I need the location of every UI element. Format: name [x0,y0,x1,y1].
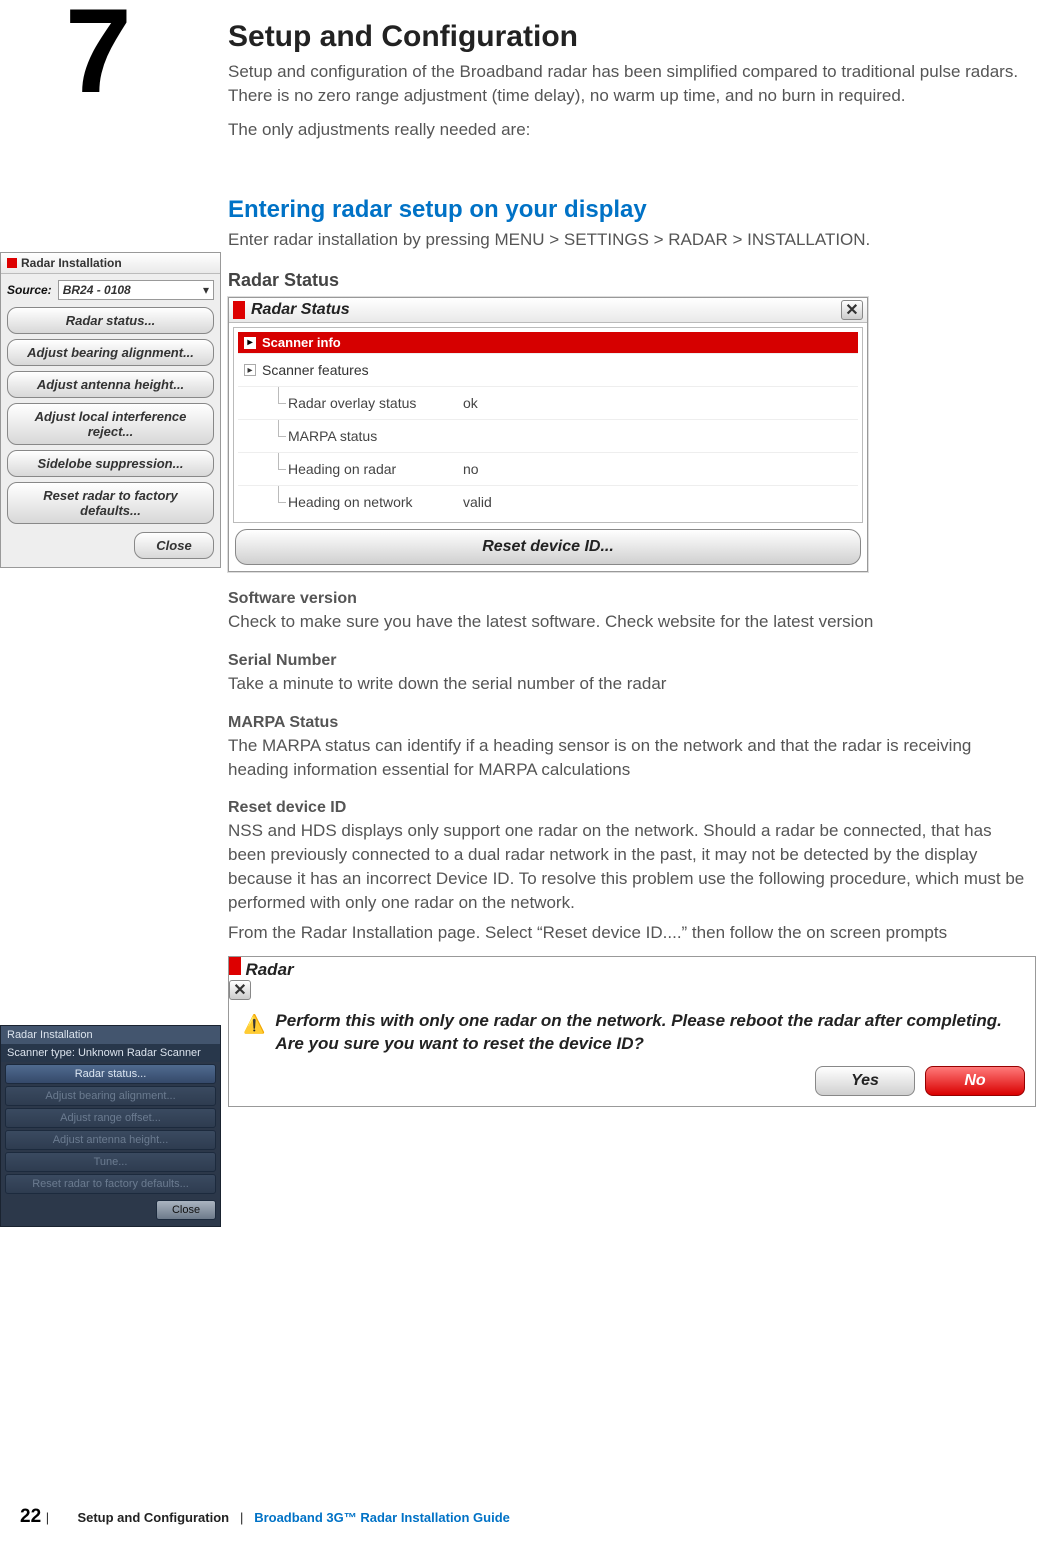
footer-guide-title: Broadband 3G™ Radar Installation Guide [254,1510,510,1525]
status-key: Radar overlay status [288,395,463,411]
intro-adjustments: The only adjustments really needed are: [228,118,1031,142]
status-key: Heading on network [288,494,463,510]
app-icon [7,258,17,268]
radar-installation-dark-title: Radar Installation [1,1026,220,1044]
adjust-bearing-alignment-button: Adjust bearing alignment... [5,1086,216,1106]
reset-device-id-body-2: From the Radar Installation page. Select… [228,921,1031,945]
marpa-status-heading: MARPA Status [228,714,1031,732]
status-kv-row: Heading on network valid [238,485,858,518]
radar-status-dialog: Radar Status ✕ ▸ Scanner info ▸ Scanner … [228,297,868,572]
radar-confirm-title: Radar [245,960,293,979]
scanner-info-row[interactable]: ▸ Scanner info [238,332,858,353]
reset-device-id-button[interactable]: Reset device ID... [235,529,861,565]
status-kv-row: MARPA status [238,419,858,452]
radar-installation-titlebar: Radar Installation [1,253,220,274]
status-key: MARPA status [288,428,463,444]
scanner-type-value: Unknown Radar Scanner [78,1047,201,1059]
reset-device-id-heading: Reset device ID [228,799,1031,817]
status-value: no [463,461,479,477]
app-icon [233,301,245,319]
no-button[interactable]: No [925,1066,1025,1096]
close-button[interactable]: Close [134,532,214,559]
page-title: Setup and Configuration [228,20,1031,54]
radar-installation-dark-dialog: Radar Installation Scanner type: Unknown… [0,1025,221,1227]
reset-device-id-body-1: NSS and HDS displays only support one ra… [228,819,1031,914]
close-icon[interactable]: ✕ [229,980,251,1000]
radar-confirm-titlebar: Radar ✕ [229,957,1035,1000]
chapter-number: 7 [65,0,132,102]
warning-icon: ⚠️ [243,1012,265,1036]
scanner-features-label: Scanner features [262,362,369,378]
scanner-type-row: Scanner type: Unknown Radar Scanner [1,1044,220,1062]
marpa-status-body: The MARPA status can identify if a headi… [228,734,1031,782]
status-kv-row: Radar overlay status ok [238,386,858,419]
status-key: Heading on radar [288,461,463,477]
intro-paragraph: Setup and configuration of the Broadband… [228,60,1031,108]
close-icon[interactable]: ✕ [841,300,863,320]
expand-icon[interactable]: ▸ [244,337,256,349]
sidelobe-suppression-button[interactable]: Sidelobe suppression... [7,450,214,477]
reset-factory-defaults-button: Reset radar to factory defaults... [5,1174,216,1194]
radar-installation-dialog: Radar Installation Source: BR24 - 0108 R… [0,252,221,568]
radar-status-titlebar: Radar Status ✕ [229,298,867,323]
entering-radar-body: Enter radar installation by pressing MEN… [228,228,1031,252]
adjust-range-offset-button: Adjust range offset... [5,1108,216,1128]
app-icon [229,957,241,975]
tune-button: Tune... [5,1152,216,1172]
footer-section: Setup and Configuration [77,1510,229,1525]
close-button[interactable]: Close [156,1200,216,1220]
confirm-message: Perform this with only one radar on the … [275,1010,1021,1056]
expand-icon[interactable]: ▸ [244,364,256,376]
serial-number-heading: Serial Number [228,652,1031,670]
source-dropdown[interactable]: BR24 - 0108 [58,280,214,300]
status-value: ok [463,395,478,411]
adjust-antenna-height-button: Adjust antenna height... [5,1130,216,1150]
page-number: 22 [20,1506,41,1527]
radar-status-title: Radar Status [251,301,835,319]
radar-status-button[interactable]: Radar status... [5,1064,216,1084]
software-version-heading: Software version [228,590,1031,608]
reset-factory-defaults-button[interactable]: Reset radar to factory defaults... [7,482,214,524]
footer-separator-2: | [233,1510,251,1525]
source-label: Source: [7,283,52,297]
scanner-info-label: Scanner info [262,335,341,350]
adjust-local-interference-button[interactable]: Adjust local interference reject... [7,403,214,445]
footer-separator: | [46,1510,49,1525]
radar-status-heading: Radar Status [228,270,1031,291]
scanner-features-row[interactable]: ▸ Scanner features [238,353,858,386]
adjust-antenna-height-button[interactable]: Adjust antenna height... [7,371,214,398]
adjust-bearing-alignment-button[interactable]: Adjust bearing alignment... [7,339,214,366]
radar-status-body: ▸ Scanner info ▸ Scanner features Radar … [233,327,863,523]
status-value: valid [463,494,492,510]
radar-confirm-dialog: Radar ✕ ⚠️ Perform this with only one ra… [228,956,1036,1107]
yes-button[interactable]: Yes [815,1066,915,1096]
page-footer: 22 | Setup and Configuration | Broadband… [20,1506,1041,1528]
serial-number-body: Take a minute to write down the serial n… [228,672,1031,696]
software-version-body: Check to make sure you have the latest s… [228,610,1031,634]
radar-installation-title: Radar Installation [21,256,122,270]
radar-status-button[interactable]: Radar status... [7,307,214,334]
status-kv-row: Heading on radar no [238,452,858,485]
scanner-type-label: Scanner type: [7,1047,75,1059]
entering-radar-heading: Entering radar setup on your display [228,196,1031,224]
